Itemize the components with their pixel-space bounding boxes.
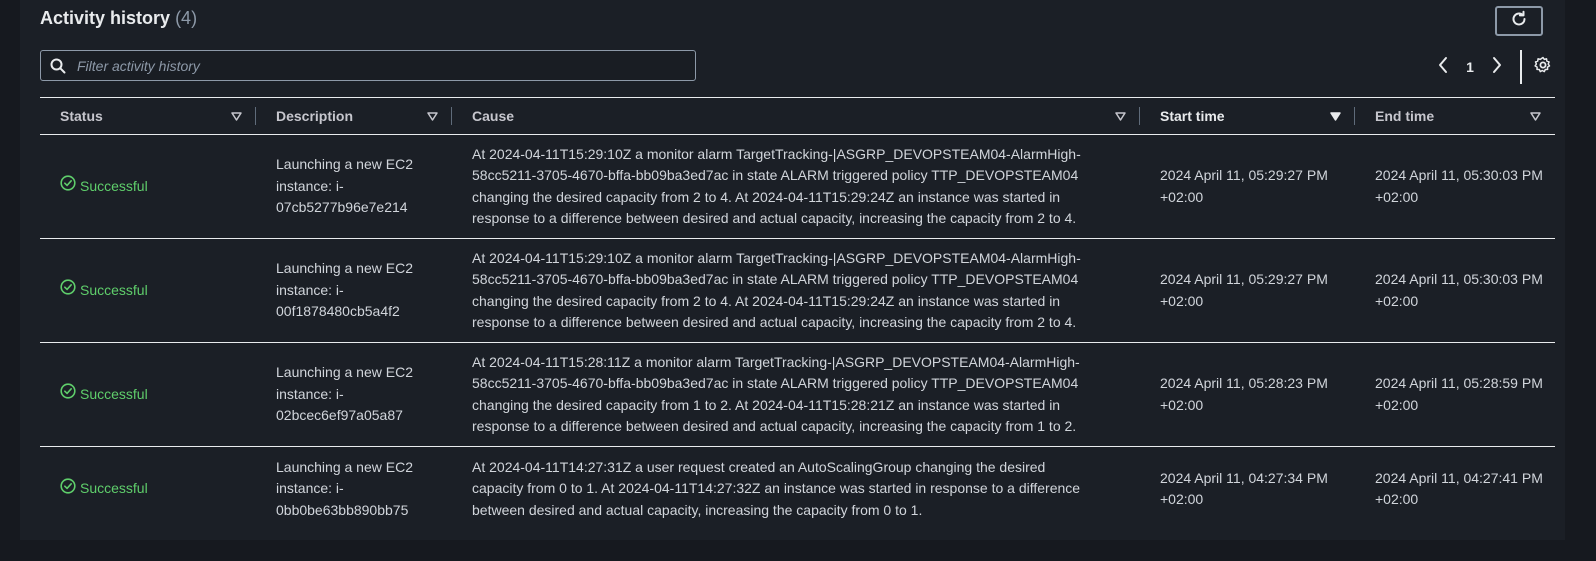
chevron-left-icon bbox=[1437, 56, 1449, 79]
end-time-cell: 2024 April 11, 05:28:59 PM +02:00 bbox=[1375, 375, 1543, 413]
caret-down-icon bbox=[231, 108, 242, 124]
preferences-button[interactable] bbox=[1530, 54, 1556, 80]
column-label: Status bbox=[60, 108, 103, 124]
status-text: Successful bbox=[80, 177, 148, 194]
column-label: End time bbox=[1375, 108, 1435, 124]
check-circle-icon bbox=[60, 279, 80, 302]
chevron-right-icon bbox=[1491, 56, 1503, 79]
description-cell: Launching a new EC2 instance: i-02bcec6e… bbox=[276, 364, 413, 424]
end-time-cell: 2024 April 11, 04:27:41 PM +02:00 bbox=[1375, 469, 1543, 508]
end-time-cell: 2024 April 11, 05:30:03 PM +02:00 bbox=[1375, 167, 1543, 205]
filter-input[interactable] bbox=[75, 56, 679, 75]
activity-table: Status Description Cause Start time End … bbox=[40, 97, 1555, 531]
status-text: Successful bbox=[80, 385, 148, 402]
column-header-description[interactable]: Description bbox=[256, 98, 452, 135]
pagination-divider bbox=[1520, 50, 1522, 84]
refresh-button[interactable] bbox=[1495, 6, 1543, 36]
end-time-cell: 2024 April 11, 05:30:03 PM +02:00 bbox=[1375, 271, 1543, 309]
refresh-icon bbox=[1510, 10, 1528, 33]
description-cell: Launching a new EC2 instance: i-0bb0be63… bbox=[276, 458, 413, 518]
activity-count: (4) bbox=[175, 8, 198, 28]
check-circle-icon bbox=[60, 383, 80, 406]
cause-cell: At 2024-04-11T15:29:10Z a monitor alarm … bbox=[472, 249, 1081, 331]
status-cell: Successful bbox=[40, 239, 256, 343]
status-cell: Successful bbox=[40, 447, 256, 532]
check-circle-icon bbox=[60, 478, 80, 501]
gear-icon bbox=[1534, 56, 1552, 79]
status-text: Successful bbox=[80, 480, 148, 497]
caret-down-icon bbox=[1115, 108, 1126, 124]
status-indicator: Successful bbox=[60, 383, 256, 406]
table-header-row: Status Description Cause Start time End … bbox=[40, 97, 1555, 135]
status-indicator: Successful bbox=[60, 279, 256, 302]
caret-down-icon bbox=[1530, 108, 1541, 124]
table-row[interactable]: Successful Launching a new EC2 instance:… bbox=[40, 135, 1555, 239]
next-page-button[interactable] bbox=[1484, 54, 1510, 80]
start-time-cell: 2024 April 11, 04:27:34 PM +02:00 bbox=[1160, 469, 1328, 508]
table-row[interactable]: Successful Launching a new EC2 instance:… bbox=[40, 343, 1555, 447]
status-cell: Successful bbox=[40, 343, 256, 447]
status-indicator: Successful bbox=[60, 175, 256, 198]
start-time-cell: 2024 April 11, 05:28:23 PM +02:00 bbox=[1160, 375, 1328, 413]
check-circle-icon bbox=[60, 175, 80, 198]
start-time-cell: 2024 April 11, 05:29:27 PM +02:00 bbox=[1160, 167, 1328, 205]
description-cell: Launching a new EC2 instance: i-00f18784… bbox=[276, 260, 413, 320]
column-header-start-time[interactable]: Start time bbox=[1140, 98, 1355, 135]
table-row[interactable]: Successful Launching a new EC2 instance:… bbox=[40, 239, 1555, 343]
table-row[interactable]: Successful Launching a new EC2 instance:… bbox=[40, 447, 1555, 532]
cause-cell: At 2024-04-11T15:28:11Z a monitor alarm … bbox=[472, 353, 1080, 435]
column-label: Start time bbox=[1160, 108, 1225, 124]
caret-down-filled-icon bbox=[1330, 108, 1341, 124]
page-title: Activity history (4) bbox=[40, 8, 197, 29]
caret-down-icon bbox=[427, 108, 438, 124]
cause-cell: At 2024-04-11T14:27:31Z a user request c… bbox=[472, 458, 1081, 518]
column-header-status[interactable]: Status bbox=[40, 98, 256, 135]
title-text: Activity history bbox=[40, 8, 171, 28]
column-header-cause[interactable]: Cause bbox=[452, 98, 1140, 135]
search-icon bbox=[41, 58, 75, 74]
filter-field[interactable] bbox=[40, 50, 696, 81]
pagination: 1 bbox=[1430, 50, 1556, 84]
column-header-end-time[interactable]: End time bbox=[1355, 98, 1555, 135]
column-label: Description bbox=[276, 108, 354, 124]
activity-history-panel: Activity history (4) 1 bbox=[20, 0, 1565, 540]
previous-page-button[interactable] bbox=[1430, 54, 1456, 80]
column-label: Cause bbox=[472, 108, 515, 124]
cause-cell: At 2024-04-11T15:29:10Z a monitor alarm … bbox=[472, 145, 1081, 227]
start-time-cell: 2024 April 11, 05:29:27 PM +02:00 bbox=[1160, 271, 1328, 309]
status-indicator: Successful bbox=[60, 478, 256, 501]
description-cell: Launching a new EC2 instance: i-07cb5277… bbox=[276, 156, 413, 216]
status-cell: Successful bbox=[40, 135, 256, 239]
status-text: Successful bbox=[80, 281, 148, 298]
page-number-button[interactable]: 1 bbox=[1456, 59, 1484, 75]
